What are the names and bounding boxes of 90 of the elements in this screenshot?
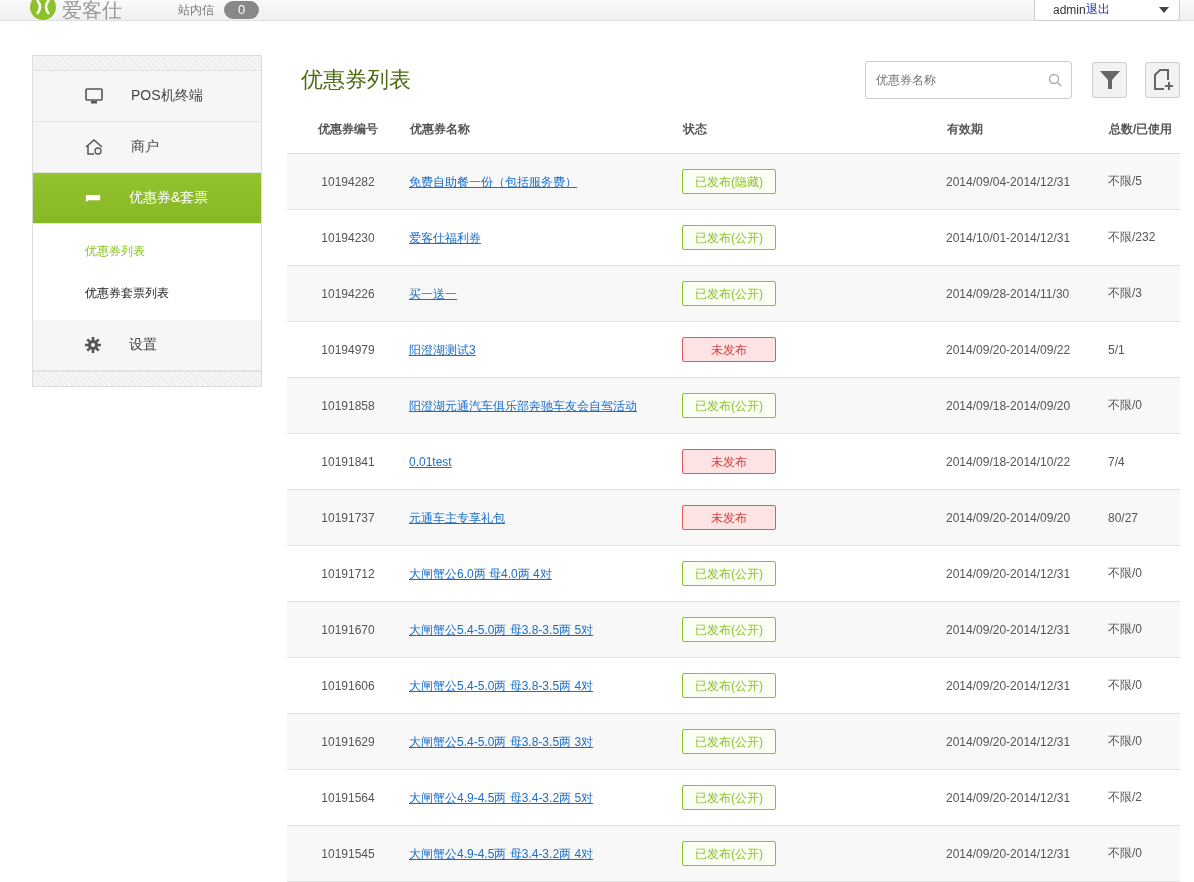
status-badge: 已发布(公开) (682, 393, 776, 418)
coupon-id: 10191564 (321, 790, 375, 805)
status-badge: 已发布(公开) (682, 561, 776, 586)
logo-text: 爱客仕 (62, 0, 122, 20)
coupon-id: 10191712 (321, 566, 375, 581)
column-header: 优惠券名称 (409, 105, 682, 154)
usage-count: 不限/232 (1108, 230, 1156, 244)
messages-label: 站内信 (178, 1, 214, 19)
status-badge: 已发布(隐藏) (682, 169, 776, 194)
coupon-name-link[interactable]: 爱客仕福利券 (409, 230, 481, 245)
page-title: 优惠券列表 (301, 66, 411, 94)
coupon-name-link[interactable]: 0.01test (409, 454, 452, 469)
sidebar-subitem[interactable]: 优惠券套票列表 (33, 272, 261, 314)
add-document-icon (1152, 69, 1173, 91)
sidebar-item[interactable]: POS机终端 (33, 71, 261, 122)
usage-count: 不限/0 (1108, 678, 1142, 692)
coupon-id: 10191606 (321, 678, 375, 693)
caret-icon (1159, 6, 1169, 13)
coupon-name-link[interactable]: 大闸蟹公4.9-4.5两 母3.4-3.2两 4对 (409, 846, 594, 861)
status-badge: 未发布 (682, 337, 776, 362)
messages-count-badge[interactable]: 0 (224, 1, 260, 19)
column-header: 总数/已使用 (1108, 105, 1180, 154)
house-icon (85, 139, 103, 155)
coupon-id: 10194230 (321, 230, 375, 245)
coupon-name-link[interactable]: 免费自助餐一份（包括服务费） (409, 174, 577, 189)
validity-period: 2014/09/18-2014/09/20 (946, 398, 1071, 413)
status-badge: 已发布(公开) (682, 225, 776, 250)
coupon-id: 10191858 (321, 398, 375, 413)
validity-period: 2014/09/20-2014/12/31 (946, 734, 1071, 749)
status-badge: 未发布 (682, 505, 776, 530)
usage-count: 不限/5 (1108, 174, 1142, 188)
coupon-id: 10191841 (321, 454, 375, 469)
validity-period: 2014/09/20-2014/12/31 (946, 566, 1071, 581)
monitor-icon (85, 88, 103, 104)
coupon-name-link[interactable]: 买一送一 (409, 286, 457, 301)
validity-period: 2014/10/01-2014/12/31 (946, 230, 1071, 245)
coupon-name-link[interactable]: 大闸蟹公4.9-4.5两 母3.4-3.2两 5对 (409, 790, 594, 805)
coupon-id: 10194226 (321, 286, 375, 301)
status-badge: 已发布(公开) (682, 729, 776, 754)
usage-count: 不限/2 (1108, 790, 1142, 804)
logo-icon (30, 0, 56, 20)
coupon-name-link[interactable]: 阳澄湖测试3 (409, 342, 476, 357)
add-button[interactable] (1145, 62, 1180, 98)
coupon-name-link[interactable]: 大闸蟹公5.4-5.0两 母3.8-3.5两 5对 (409, 622, 594, 637)
status-badge: 已发布(公开) (682, 673, 776, 698)
validity-period: 2014/09/20-2014/12/31 (946, 790, 1071, 805)
validity-period: 2014/09/20-2014/12/31 (946, 622, 1071, 637)
coupon-name-link[interactable]: 大闸蟹公6.0两 母4.0两 4对 (409, 566, 552, 581)
column-header: 优惠券编号 (287, 105, 409, 154)
status-badge: 已发布(公开) (682, 785, 776, 810)
usage-count: 不限/3 (1108, 286, 1142, 300)
usage-count: 不限/0 (1108, 566, 1142, 580)
gear-icon (85, 337, 101, 353)
usage-count: 不限/0 (1108, 622, 1142, 636)
coupon-id: 10191670 (321, 622, 375, 637)
search-icon (1048, 73, 1062, 87)
usage-count: 5/1 (1108, 342, 1125, 357)
validity-period: 2014/09/20-2014/09/22 (946, 342, 1071, 357)
filter-button[interactable] (1092, 62, 1127, 98)
filter-icon (1099, 70, 1120, 90)
validity-period: 2014/09/28-2014/11/30 (946, 286, 1070, 301)
coupon-id: 10191629 (321, 734, 375, 749)
coupon-id: 10191545 (321, 846, 375, 861)
username: admin (1053, 2, 1086, 17)
coupon-id: 10194282 (321, 174, 375, 189)
coupon-name-link[interactable]: 元通车主专享礼包 (409, 510, 505, 525)
column-header: 状态 (682, 105, 946, 154)
coupon-id: 10191737 (321, 510, 375, 525)
status-badge: 已发布(公开) (682, 841, 776, 866)
status-badge: 未发布 (682, 449, 776, 474)
logout-link[interactable]: 退出 (1085, 1, 1110, 18)
user-dropdown[interactable]: admin退出 (1034, 0, 1180, 21)
ticket-icon (85, 193, 101, 203)
usage-count: 不限/0 (1108, 398, 1142, 412)
coupon-name-link[interactable]: 大闸蟹公5.4-5.0两 母3.8-3.5两 3对 (409, 734, 594, 749)
coupon-name-link[interactable]: 大闸蟹公5.4-5.0两 母3.8-3.5两 4对 (409, 678, 594, 693)
coupon-id: 10194979 (321, 342, 375, 357)
column-header: 有效期 (946, 105, 1108, 154)
validity-period: 2014/09/20-2014/12/31 (946, 846, 1071, 861)
status-badge: 已发布(公开) (682, 281, 776, 306)
search-field[interactable]: 优惠券名称 (865, 61, 1072, 99)
usage-count: 80/27 (1108, 510, 1139, 525)
usage-count: 不限/0 (1108, 846, 1142, 860)
validity-period: 2014/09/20-2014/12/31 (946, 678, 1071, 693)
usage-count: 7/4 (1108, 454, 1125, 469)
validity-period: 2014/09/20-2014/09/20 (946, 510, 1071, 525)
validity-period: 2014/09/04-2014/12/31 (946, 174, 1071, 189)
validity-period: 2014/09/18-2014/10/22 (946, 454, 1071, 469)
status-badge: 已发布(公开) (682, 617, 776, 642)
usage-count: 不限/0 (1108, 734, 1142, 748)
